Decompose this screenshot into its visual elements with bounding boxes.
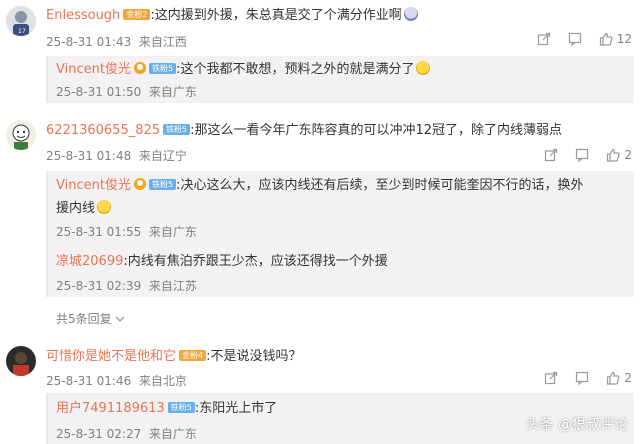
reply-username[interactable]: 用户7491189613	[56, 401, 165, 416]
comment-meta: 25-8-31 01:46 来自北京	[46, 373, 187, 389]
reply-username[interactable]: 凉城20699	[56, 254, 123, 269]
like-count: 2	[624, 148, 632, 162]
share-button[interactable]	[544, 148, 558, 162]
reply-divider	[46, 393, 48, 444]
like-count: 12	[616, 32, 632, 46]
reply-body: 凉城20699:内线有焦泊乔跟王少杰，应该还得找一个外援	[56, 253, 388, 271]
share-button[interactable]	[544, 371, 558, 385]
avatar[interactable]	[6, 346, 36, 376]
emoji-cry-icon	[416, 61, 431, 75]
reply-username[interactable]: Vincent俊光	[56, 62, 131, 77]
comment-text: 那这么一看今年广东阵容真的可以冲冲12冠了，除了内线薄弱点	[194, 123, 563, 138]
comment-location: 来自江西	[138, 35, 187, 49]
reply-body: Vincent俊光 铁粉5:决心这么大，应该内线还有后续，至少到时候可能奎因不行的…	[56, 177, 583, 195]
comment-actions: 12	[537, 32, 632, 46]
comment-username[interactable]: Enlessough	[46, 8, 120, 23]
comment-thread: 6221360655_825 铁粉5:那这么一看今年广东阵容真的可以冲冲12冠了，…	[0, 114, 640, 330]
share-icon	[537, 32, 550, 46]
comment-meta: 25-8-31 01:43 来自江西	[46, 34, 187, 50]
comment-actions: 2	[544, 371, 632, 385]
reply-username[interactable]: Vincent俊光	[56, 178, 131, 193]
comment-icon	[568, 32, 581, 46]
comment-text: 不是说没钱吗？	[210, 349, 302, 364]
reply-text: 东阳光上市了	[199, 401, 278, 416]
like-icon	[599, 32, 613, 46]
comment-body: 可惜你是她不是他和它 金粉4:不是说没钱吗？	[46, 348, 302, 366]
reply-location: 来自广东	[148, 85, 197, 99]
comment-text: 这内援到外援，朱总真是交了个满分作业啊	[154, 8, 402, 23]
comment-button[interactable]	[575, 371, 589, 385]
reply-location: 来自江苏	[148, 279, 197, 293]
share-button[interactable]	[537, 32, 551, 46]
fan-badge: 铁粉5	[163, 124, 191, 135]
more-replies-link[interactable]: 共5条回复	[56, 310, 125, 327]
like-button[interactable]: 2	[606, 371, 632, 385]
comment-location: 来自北京	[138, 374, 187, 388]
reply-date: 25-8-31 01:50	[56, 85, 142, 99]
comment-date: 25-8-31 01:48	[46, 149, 132, 163]
comment-icon	[576, 371, 589, 385]
comment-location: 来自辽宁	[138, 149, 187, 163]
comment-meta: 25-8-31 01:48 来自辽宁	[46, 148, 187, 164]
like-count: 2	[624, 371, 632, 385]
fan-badge: 铁粉5	[167, 402, 195, 413]
more-replies-label: 共5条回复	[56, 312, 112, 326]
reply-text: 内线有焦泊乔跟王少杰，应该还得找一个外援	[127, 254, 388, 269]
reply-location: 来自广东	[148, 427, 197, 441]
share-icon	[545, 371, 558, 385]
reply-divider	[46, 56, 48, 103]
watermark: 头条 @狠叔评论	[525, 417, 628, 433]
svg-text:17: 17	[18, 28, 26, 35]
fan-badge: 金粉4	[179, 350, 207, 361]
emoji-smile-icon	[403, 7, 418, 21]
reply-location: 来自广东	[148, 225, 197, 239]
avatar-image: 17	[6, 6, 36, 36]
comment-body: Enlessough 金粉2:这内援到外援，朱总真是交了个满分作业啊	[46, 7, 418, 25]
avatar[interactable]: 17	[6, 6, 36, 36]
reply-body: 用户7491189613 铁粉5:东阳光上市了	[56, 400, 277, 418]
comment-username[interactable]: 6221360655_825	[46, 123, 160, 138]
reply-date: 25-8-31 02:27	[56, 427, 142, 441]
reply-text: 决心这么大，应该内线还有后续，至少到时候可能奎因不行的话，换外	[180, 178, 584, 193]
comment-thread: 17 Enlessough 金粉2:这内援到外援，朱总真是交了个满分作业啊 25-…	[0, 0, 640, 104]
like-icon	[607, 371, 620, 385]
like-icon	[607, 148, 620, 162]
like-button[interactable]: 12	[599, 32, 632, 46]
comment-date: 25-8-31 01:43	[46, 35, 132, 49]
verified-icon	[133, 62, 146, 74]
comment-body: 6221360655_825 铁粉5:那这么一看今年广东阵容真的可以冲冲12冠了，…	[46, 122, 562, 140]
reply-text: 援内线	[56, 201, 96, 216]
fan-badge: 金粉2	[123, 9, 151, 20]
emoji-smile-icon	[97, 200, 112, 214]
comment-date: 25-8-31 01:46	[46, 374, 132, 388]
comment-username[interactable]: 可惜你是她不是他和它	[46, 349, 176, 364]
reply-body-continued: 援内线	[56, 200, 112, 218]
like-button[interactable]: 2	[606, 148, 632, 162]
reply-date: 25-8-31 02:39	[56, 279, 142, 293]
reply-meta: 25-8-31 01:50 来自广东	[56, 84, 197, 100]
avatar-image	[6, 120, 36, 150]
share-icon	[545, 148, 558, 162]
reply-text: 这个我都不敢想，预料之外的就是满分了	[180, 62, 415, 77]
chevron-down-icon	[116, 316, 125, 322]
reply-meta: 25-8-31 02:39 来自江苏	[56, 278, 197, 294]
fan-badge: 铁粉5	[148, 63, 177, 74]
comment-actions: 2	[544, 148, 632, 162]
comment-button[interactable]	[575, 148, 589, 162]
reply-date: 25-8-31 01:55	[56, 225, 142, 239]
comment-icon	[576, 148, 589, 162]
comment-button[interactable]	[568, 32, 582, 46]
verified-icon	[133, 178, 146, 190]
reply-body: Vincent俊光 铁粉5:这个我都不敢想，预料之外的就是满分了	[56, 61, 431, 79]
avatar-image	[6, 346, 36, 376]
avatar[interactable]	[6, 120, 36, 150]
fan-badge: 铁粉5	[148, 179, 177, 190]
reply-meta: 25-8-31 01:55 来自广东	[56, 224, 197, 240]
reply-meta: 25-8-31 02:27 来自广东	[56, 426, 197, 442]
reply-divider	[46, 171, 48, 297]
